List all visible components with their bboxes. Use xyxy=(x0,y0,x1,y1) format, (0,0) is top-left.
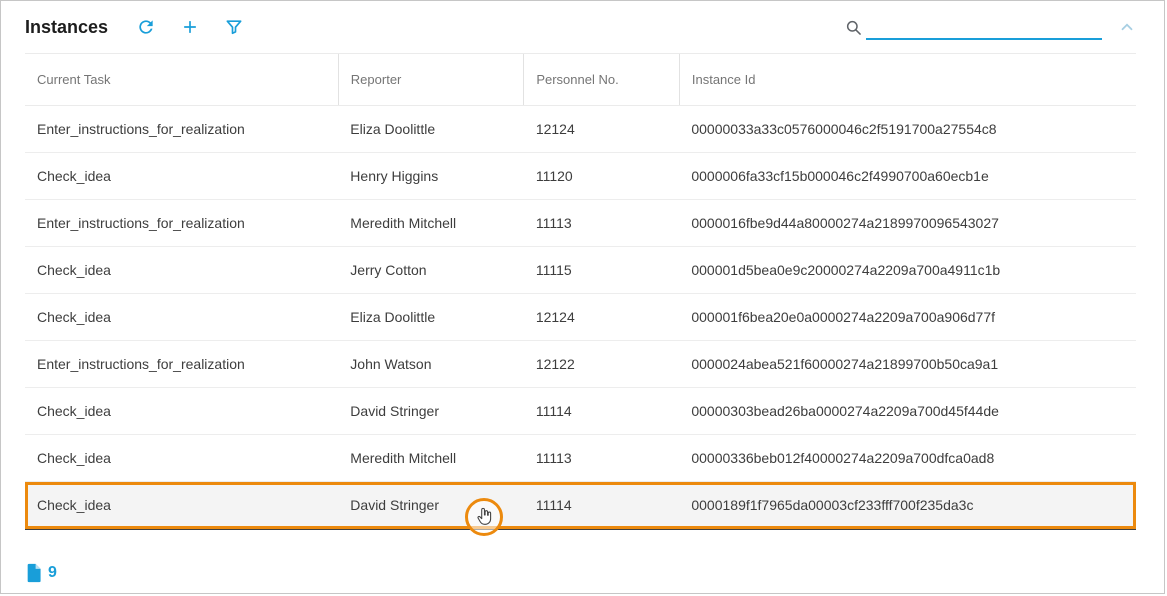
cell-reporter: Henry Higgins xyxy=(338,153,524,200)
cell-instance-id: 000001f6bea20e0a0000274a2209a700a906d77f xyxy=(679,294,1136,341)
cell-current-task: Check_idea xyxy=(25,153,338,200)
cell-instance-id: 0000189f1f7965da00003cf233fff700f235da3c xyxy=(679,482,1136,529)
table-row[interactable]: Enter_instructions_for_realization John … xyxy=(25,341,1136,388)
filter-button[interactable] xyxy=(222,15,246,39)
cell-current-task: Check_idea xyxy=(25,482,338,529)
table-row[interactable]: Check_idea Jerry Cotton 11115 000001d5be… xyxy=(25,247,1136,294)
chevron-up-icon xyxy=(1118,18,1136,36)
document-icon xyxy=(25,563,42,583)
add-button[interactable] xyxy=(178,15,202,39)
cell-current-task: Check_idea xyxy=(25,435,338,482)
filter-funnel-icon xyxy=(224,17,244,37)
instances-panel: Instances xyxy=(0,0,1165,594)
search-input[interactable] xyxy=(866,14,1102,40)
cell-personnel-no: 12124 xyxy=(524,106,680,153)
cell-current-task: Check_idea xyxy=(25,247,338,294)
cell-current-task: Check_idea xyxy=(25,294,338,341)
cell-personnel-no: 11115 xyxy=(524,247,680,294)
cell-personnel-no: 11120 xyxy=(524,153,680,200)
cell-personnel-no: 11113 xyxy=(524,435,680,482)
cell-reporter: Meredith Mitchell xyxy=(338,200,524,247)
footer: 9 xyxy=(25,563,57,583)
search-icon xyxy=(844,18,864,38)
cell-reporter: John Watson xyxy=(338,341,524,388)
column-header-personnel-no[interactable]: Personnel No. xyxy=(524,54,680,106)
cell-instance-id: 00000033a33c0576000046c2f5191700a27554c8 xyxy=(679,106,1136,153)
column-header-reporter[interactable]: Reporter xyxy=(338,54,524,106)
cell-personnel-no: 11114 xyxy=(524,482,680,529)
refresh-icon xyxy=(136,17,156,37)
page-title: Instances xyxy=(25,17,108,38)
table-row[interactable]: Enter_instructions_for_realization Mered… xyxy=(25,200,1136,247)
table-row[interactable]: Check_idea Henry Higgins 11120 0000006fa… xyxy=(25,153,1136,200)
table-row[interactable]: Check_idea Eliza Doolittle 12124 000001f… xyxy=(25,294,1136,341)
cell-personnel-no: 11114 xyxy=(524,388,680,435)
cell-reporter: Eliza Doolittle xyxy=(338,106,524,153)
cell-instance-id: 0000016fbe9d44a80000274a2189970096543027 xyxy=(679,200,1136,247)
cell-personnel-no: 11113 xyxy=(524,200,680,247)
cell-reporter: Eliza Doolittle xyxy=(338,294,524,341)
cell-current-task: Enter_instructions_for_realization xyxy=(25,106,338,153)
cell-instance-id: 000001d5bea0e9c20000274a2209a700a4911c1b xyxy=(679,247,1136,294)
cell-current-task: Enter_instructions_for_realization xyxy=(25,341,338,388)
cell-instance-id: 00000303bead26ba0000274a2209a700d45f44de xyxy=(679,388,1136,435)
column-header-current-task[interactable]: Current Task xyxy=(25,54,338,106)
cell-reporter: Jerry Cotton xyxy=(338,247,524,294)
cell-reporter: David Stringer xyxy=(338,388,524,435)
cell-instance-id: 0000024abea521f60000274a21899700b50ca9a1 xyxy=(679,341,1136,388)
page-count: 9 xyxy=(48,564,57,582)
collapse-button[interactable] xyxy=(1116,16,1138,38)
table-header: Current Task Reporter Personnel No. Inst… xyxy=(25,54,1136,106)
table-row[interactable]: Check_idea David Stringer 11114 0000189f… xyxy=(25,482,1136,529)
cell-reporter: Meredith Mitchell xyxy=(338,435,524,482)
table-row[interactable]: Check_idea David Stringer 11114 00000303… xyxy=(25,388,1136,435)
cell-current-task: Check_idea xyxy=(25,388,338,435)
table-row[interactable]: Enter_instructions_for_realization Eliza… xyxy=(25,106,1136,153)
cell-instance-id: 0000006fa33cf15b000046c2f4990700a60ecb1e xyxy=(679,153,1136,200)
cell-personnel-no: 12124 xyxy=(524,294,680,341)
cell-current-task: Enter_instructions_for_realization xyxy=(25,200,338,247)
plus-icon xyxy=(180,17,200,37)
column-header-instance-id[interactable]: Instance Id xyxy=(679,54,1136,106)
table-row[interactable]: Check_idea Meredith Mitchell 11113 00000… xyxy=(25,435,1136,482)
instances-table: Current Task Reporter Personnel No. Inst… xyxy=(25,53,1136,530)
table-body: Enter_instructions_for_realization Eliza… xyxy=(25,106,1136,529)
cell-reporter: David Stringer xyxy=(338,482,524,529)
refresh-button[interactable] xyxy=(134,15,158,39)
toolbar: Instances xyxy=(1,1,1164,53)
search-field xyxy=(844,14,1102,40)
cell-personnel-no: 12122 xyxy=(524,341,680,388)
cell-instance-id: 00000336beb012f40000274a2209a700dfca0ad8 xyxy=(679,435,1136,482)
